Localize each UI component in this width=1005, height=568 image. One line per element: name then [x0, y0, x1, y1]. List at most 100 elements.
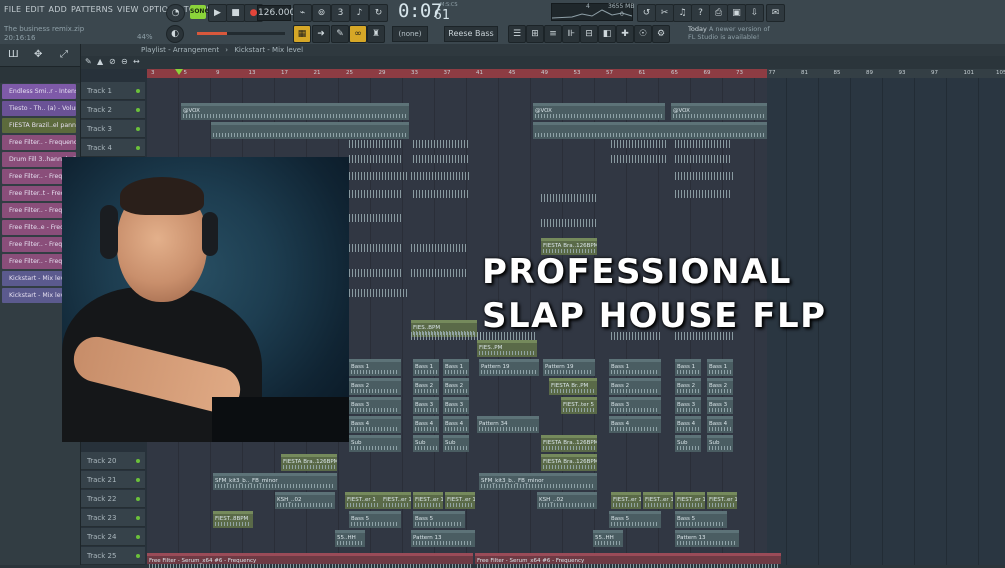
delete-icon[interactable]: ⊘ [109, 57, 116, 66]
download-icon[interactable]: ⇩ [745, 4, 764, 22]
microphone-icon[interactable]: ♫ [673, 4, 692, 22]
browser-icon[interactable]: ⊟ [580, 25, 598, 43]
clip-waveform [415, 446, 437, 450]
play-icon[interactable]: ▶ [208, 4, 227, 22]
sidebar-clip[interactable]: Endless Smi..r - Intensity [2, 84, 76, 99]
ruler-tick: 93 [898, 70, 906, 76]
ruler-tick: 17 [281, 70, 288, 76]
clip-waveform [611, 522, 659, 526]
plugin-icon[interactable]: ✚ [616, 25, 634, 43]
paint-icon[interactable]: ▲ [97, 57, 103, 66]
track-led-icon[interactable] [136, 127, 140, 131]
sidebar-clip[interactable]: Tiesto - Th.. (a) - Volume [2, 101, 76, 116]
track-header[interactable]: Track 24 [81, 528, 145, 546]
pattern-waveform [411, 244, 467, 252]
track-header[interactable]: Track 23 [81, 509, 145, 527]
track-led-icon[interactable] [136, 535, 140, 539]
tempo-field[interactable]: 126.000 [257, 5, 295, 21]
master-pitch-knob-icon[interactable]: ◔ [166, 4, 185, 22]
step-icon[interactable]: ➜ [312, 25, 330, 43]
move-icon[interactable]: ✥ [34, 49, 42, 60]
track-header[interactable]: Track 1 [81, 82, 145, 100]
tempo-tap-icon[interactable]: ☉ [634, 25, 652, 43]
track-header[interactable]: Track 4 [81, 139, 145, 157]
render-icon[interactable]: ⎙ [709, 4, 728, 22]
playlist-title-bar[interactable]: Playlist - Arrangement › Kickstart - Mix… [81, 44, 1005, 56]
slip-icon[interactable]: ↔ [133, 57, 140, 66]
pattern-song-toggle[interactable]: SONG [190, 5, 209, 19]
loop-record-icon[interactable]: ↻ [369, 4, 388, 22]
track-header[interactable]: Track 21 [81, 471, 145, 489]
draw-icon[interactable]: ✎ [331, 25, 349, 43]
track-header[interactable]: Track 2 [81, 101, 145, 119]
photo-hair [120, 177, 204, 215]
playlist-clip[interactable]: Free Filter - Serum_x64 #6 - Frequency [475, 553, 781, 564]
help-icon[interactable]: ? [691, 4, 710, 22]
timeline-ruler[interactable]: 3 5 9 13 17 21 25 29 33 37 41 45 49 53 57 61 65 69 73 77 81 8… [147, 69, 1005, 78]
stamp-icon[interactable]: ♜ [367, 25, 385, 43]
track-header[interactable]: Track 22 [81, 490, 145, 508]
playlist-clip[interactable]: Free Filter - Serum_x64 #6 - Frequency [147, 553, 473, 564]
menu-item-view[interactable]: VIEW [117, 5, 139, 14]
cut-icon[interactable]: ✂ [655, 4, 674, 22]
zoom-icon[interactable]: ⤢ [60, 49, 68, 60]
ruler-tick: 9 [216, 70, 220, 76]
menu-item-patterns[interactable]: PATTERNS [71, 5, 113, 14]
master-volume-knob-icon[interactable]: ◐ [166, 25, 184, 43]
piano-roll-icon[interactable]: ⊞ [526, 25, 544, 43]
clip-waveform [351, 446, 399, 450]
top-toolbar: FILEEDITADDPATTERNSVIEWOPTIONSTOOLSHELP … [0, 0, 1005, 45]
news-panel[interactable]: Today A newer version of FL Studio is av… [688, 25, 778, 41]
menu-item-file[interactable]: FILE [4, 5, 21, 14]
blend-notes-icon[interactable]: ♪ [350, 4, 369, 22]
chat-icon[interactable]: ✉ [766, 4, 785, 22]
countdown-icon[interactable]: 3 [331, 4, 350, 22]
track-led-icon[interactable] [136, 146, 140, 150]
track-header[interactable]: Track 20 [81, 452, 145, 470]
clip-waveform [415, 427, 437, 431]
clip-waveform [481, 484, 595, 488]
track-led-icon[interactable] [136, 516, 140, 520]
stop-icon[interactable]: ■ [226, 4, 245, 22]
menu-item-add[interactable]: ADD [49, 5, 67, 14]
clip-waveform [611, 370, 659, 374]
link-icon[interactable]: ∞ [349, 25, 367, 43]
track-name: Track 3 [87, 125, 112, 133]
channel-rack-icon[interactable]: ≡ [544, 25, 562, 43]
playlist-icon[interactable]: ☰ [508, 25, 526, 43]
wait-for-input-icon[interactable]: ⊚ [312, 4, 331, 22]
track-led-icon[interactable] [136, 497, 140, 501]
settings-icon[interactable]: ⚙ [652, 25, 670, 43]
project-icon[interactable]: ◧ [598, 25, 616, 43]
pattern-waveform [349, 214, 403, 222]
sidebar-subheader [0, 67, 80, 83]
clip-waveform [351, 522, 399, 526]
metronome-icon[interactable]: ⌁ [293, 4, 312, 22]
track-led-icon[interactable] [136, 108, 140, 112]
pattern-waveform [349, 172, 409, 180]
mixer-icon[interactable]: Ш [8, 49, 19, 60]
mixer-icon[interactable]: ⊪ [562, 25, 580, 43]
track-header[interactable]: Track 3 [81, 120, 145, 138]
undo-icon[interactable]: ↺ [637, 4, 656, 22]
pick-icon[interactable]: ✎ [85, 57, 92, 66]
snap-select[interactable]: (none) [392, 26, 428, 42]
master-volume-slider[interactable] [197, 32, 285, 35]
track-led-icon[interactable] [136, 478, 140, 482]
pattern-waveform [675, 190, 731, 198]
ruler-tick: 21 [313, 70, 321, 76]
track-led-icon[interactable] [136, 89, 140, 93]
mute-icon[interactable]: ⊖ [121, 57, 128, 66]
track-header[interactable]: Track 25 [81, 547, 145, 565]
sidebar-clip[interactable]: Free Filter.. - Frequency [2, 135, 76, 150]
playhead-marker[interactable] [175, 69, 183, 75]
track-led-icon[interactable] [136, 459, 140, 463]
menu-item-edit[interactable]: EDIT [25, 5, 44, 14]
save-icon[interactable]: ▣ [727, 4, 746, 22]
clip-waveform [445, 370, 467, 374]
track-led-icon[interactable] [136, 554, 140, 558]
track-name: Track 24 [87, 533, 117, 541]
pattern-select[interactable]: Reese Bass [444, 26, 498, 42]
sidebar-clip[interactable]: FIESTA Brazil..el panning [2, 118, 76, 133]
snap-icon[interactable]: ▦ [293, 25, 311, 43]
